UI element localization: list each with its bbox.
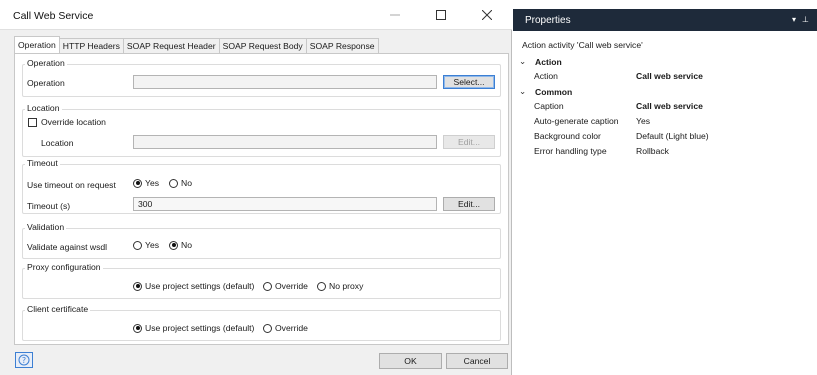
tab-soap-response[interactable]: SOAP Response xyxy=(305,38,379,53)
validation-group-title: Validation xyxy=(25,222,67,232)
certificate-project-settings-label: Use project settings (default) xyxy=(145,323,255,333)
property-caption-label: Caption xyxy=(534,101,564,111)
location-field[interactable] xyxy=(133,135,437,149)
certificate-group xyxy=(22,310,501,341)
checkbox-box xyxy=(28,117,37,127)
property-action-value[interactable]: Call web service xyxy=(636,71,703,81)
location-group-title: Location xyxy=(25,103,62,113)
ok-button[interactable]: OK xyxy=(379,353,442,369)
radio-dot xyxy=(133,281,142,291)
proxy-no-proxy-label: No proxy xyxy=(329,281,364,291)
category-action-label: Action xyxy=(535,56,562,67)
proxy-group-title: Proxy configuration xyxy=(25,262,103,272)
validate-yes-radio[interactable]: Yes xyxy=(133,240,159,250)
timeout-yes-label: Yes xyxy=(145,178,160,188)
pin-icon[interactable]: ⊥ xyxy=(802,15,809,24)
minimize-button[interactable] xyxy=(372,0,418,30)
property-auto-generate-caption-value[interactable]: Yes xyxy=(636,116,650,126)
properties-subtitle: Action activity 'Call web service' xyxy=(522,40,643,50)
radio-dot xyxy=(169,240,178,250)
proxy-override-label: Override xyxy=(275,281,308,291)
radio-dot xyxy=(133,323,142,333)
minimize-icon xyxy=(390,14,400,16)
operation-select-button[interactable]: Select... xyxy=(443,75,495,89)
proxy-no-proxy-radio[interactable]: No proxy xyxy=(317,281,363,291)
dialog-title: Call Web Service xyxy=(13,10,94,22)
cancel-button[interactable]: Cancel xyxy=(446,353,508,369)
validate-no-radio[interactable]: No xyxy=(169,240,192,250)
property-auto-generate-caption-label: Auto-generate caption xyxy=(534,116,619,126)
dropdown-icon[interactable]: ▾ xyxy=(792,15,796,24)
help-icon: ? xyxy=(18,354,30,366)
tab-http-headers[interactable]: HTTP Headers xyxy=(58,38,124,53)
validate-no-label: No xyxy=(181,240,192,250)
chevron-down-icon: ⌄ xyxy=(519,86,527,96)
radio-dot xyxy=(133,240,142,250)
timeout-no-label: No xyxy=(181,178,192,188)
timeout-seconds-label: Timeout (s) xyxy=(27,201,71,211)
timeout-seconds-input[interactable]: 300 xyxy=(133,197,437,211)
category-action[interactable]: ⌄ Action xyxy=(519,56,562,67)
certificate-project-settings-radio[interactable]: Use project settings (default) xyxy=(133,323,254,333)
validate-wsdl-label: Validate against wsdl xyxy=(27,242,108,252)
timeout-group-title: Timeout xyxy=(25,158,60,168)
property-background-color-label: Background color xyxy=(534,131,601,141)
proxy-group xyxy=(22,268,501,299)
proxy-project-settings-radio[interactable]: Use project settings (default) xyxy=(133,281,254,291)
property-background-color-value[interactable]: Default (Light blue) xyxy=(636,131,709,141)
dialog-titlebar: Call Web Service xyxy=(0,0,512,30)
chevron-down-icon: ⌄ xyxy=(519,56,527,66)
properties-header: Properties ▾ ⊥ xyxy=(513,9,817,31)
call-web-service-dialog: Call Web Service Operation HTTP Headers … xyxy=(0,0,512,375)
tab-soap-request-body[interactable]: SOAP Request Body xyxy=(218,38,307,53)
properties-panel: Properties ▾ ⊥ Action activity 'Call web… xyxy=(513,0,817,375)
radio-dot xyxy=(317,281,326,291)
property-error-handling-label: Error handling type xyxy=(534,146,607,156)
operation-tab-panel: Operation Operation Select... Location O… xyxy=(14,53,509,345)
help-button[interactable]: ? xyxy=(15,352,33,368)
override-location-label: Override location xyxy=(41,117,106,127)
use-timeout-label: Use timeout on request xyxy=(27,180,116,190)
radio-dot xyxy=(263,323,272,333)
properties-title: Properties xyxy=(525,15,571,26)
dialog-tabs: Operation HTTP Headers SOAP Request Head… xyxy=(14,36,379,53)
override-location-checkbox[interactable]: Override location xyxy=(28,117,106,127)
timeout-yes-radio[interactable]: Yes xyxy=(133,178,159,188)
property-caption-value[interactable]: Call web service xyxy=(636,101,703,111)
location-label: Location xyxy=(41,138,74,148)
close-icon xyxy=(482,10,492,20)
certificate-group-title: Client certificate xyxy=(25,304,91,314)
category-common-label: Common xyxy=(535,86,573,97)
close-button[interactable] xyxy=(464,0,510,30)
maximize-button[interactable] xyxy=(418,0,464,30)
tab-operation[interactable]: Operation xyxy=(14,36,60,53)
operation-field[interactable] xyxy=(133,75,437,89)
operation-label: Operation xyxy=(27,78,65,88)
radio-dot xyxy=(169,178,178,188)
certificate-override-label: Override xyxy=(275,323,308,333)
radio-dot xyxy=(263,281,272,291)
property-action-label: Action xyxy=(534,71,558,81)
validate-yes-label: Yes xyxy=(145,240,160,250)
maximize-icon xyxy=(436,10,446,20)
tab-soap-request-header[interactable]: SOAP Request Header xyxy=(122,38,220,53)
certificate-override-radio[interactable]: Override xyxy=(263,323,308,333)
svg-text:?: ? xyxy=(22,356,26,365)
property-error-handling-value[interactable]: Rollback xyxy=(636,146,669,156)
proxy-project-settings-label: Use project settings (default) xyxy=(145,281,255,291)
properties-header-controls: ▾ ⊥ xyxy=(792,15,809,24)
category-common[interactable]: ⌄ Common xyxy=(519,86,572,97)
timeout-no-radio[interactable]: No xyxy=(169,178,192,188)
operation-group-title: Operation xyxy=(25,58,67,68)
proxy-override-radio[interactable]: Override xyxy=(263,281,308,291)
radio-dot xyxy=(133,178,142,188)
location-edit-button[interactable]: Edit... xyxy=(443,135,495,149)
timeout-edit-button[interactable]: Edit... xyxy=(443,197,495,211)
